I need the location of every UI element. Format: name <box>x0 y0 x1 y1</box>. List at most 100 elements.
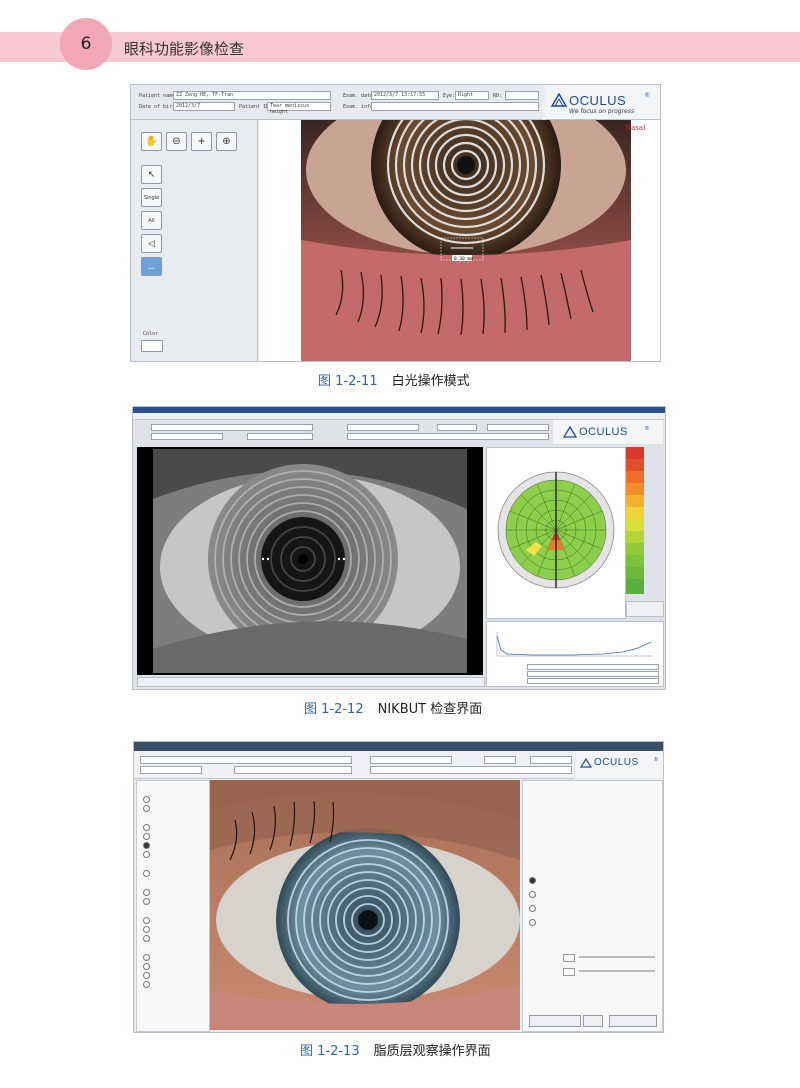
dob-field[interactable] <box>151 433 223 440</box>
oculus-logo-area: OCULUS ® <box>553 420 663 444</box>
scale-options-box[interactable] <box>626 601 664 617</box>
option-row[interactable] <box>143 980 150 989</box>
patient-info-bar: Patient name: ZZ Zeng HE, TF-Tran Date o… <box>131 85 543 120</box>
option-row[interactable] <box>143 823 150 832</box>
option-row[interactable] <box>143 953 150 962</box>
color-scale-bar <box>626 447 644 597</box>
option-row[interactable] <box>143 916 150 925</box>
patient-name-field[interactable]: ZZ Zeng HE, TF-Tran <box>173 91 331 100</box>
angle-tool-button[interactable]: ◁ <box>141 234 162 253</box>
brightness-slider[interactable] <box>579 956 655 958</box>
gain-slider[interactable] <box>579 970 655 972</box>
page-number: 6 <box>80 34 92 54</box>
brand-registered-mark: ® <box>645 93 650 99</box>
option-row[interactable] <box>143 832 150 841</box>
rd-field[interactable] <box>487 424 549 431</box>
oculus-logo-icon <box>580 758 592 768</box>
patient-name-value: ZZ Zeng HE, TF-Tran <box>176 92 234 98</box>
id-field[interactable] <box>247 433 313 440</box>
patient-id-field[interactable]: Tear meniscus height <box>267 102 331 115</box>
eye-field[interactable] <box>484 756 516 764</box>
option-row[interactable] <box>143 897 150 906</box>
magnification-option[interactable] <box>529 905 536 912</box>
magnification-option[interactable] <box>529 891 536 898</box>
option-row[interactable] <box>143 804 150 813</box>
eye-image-white-light: 0.30 mm <box>301 120 631 361</box>
date-field[interactable] <box>347 424 419 431</box>
magnification-option[interactable] <box>529 919 536 926</box>
angle-icon: ◁ <box>148 238 155 249</box>
patient-id-value: Tear meniscus height <box>270 103 310 115</box>
option-row[interactable] <box>143 971 150 980</box>
figure-2-title: NIKBUT 检查界面 <box>377 702 483 717</box>
meniscus-tool-button[interactable]: ⌴ <box>141 257 162 276</box>
eye-field[interactable]: Right <box>455 91 489 100</box>
result-field-2[interactable] <box>527 671 659 677</box>
figure-3-number: 图 1-2-13 <box>300 1044 360 1059</box>
figure-3-title: 脂质层观察操作界面 <box>373 1044 491 1059</box>
brand-registered-mark: ® <box>654 757 659 763</box>
name-field[interactable] <box>151 424 313 431</box>
exam-date-field[interactable]: 2012/3/7 13:17:55 <box>371 91 439 100</box>
options-panel <box>136 780 210 1032</box>
gain-spinner[interactable] <box>563 968 575 976</box>
exam-info-field[interactable] <box>371 102 539 111</box>
figure-1-title: 白光操作模式 <box>391 374 470 389</box>
option-row[interactable] <box>143 841 150 850</box>
capture-button[interactable] <box>529 1015 581 1027</box>
option-row[interactable] <box>143 850 150 859</box>
control-panel <box>522 780 663 1032</box>
option-row[interactable] <box>143 962 150 971</box>
figure-2-screenshot: OCULUS ® <box>132 406 666 690</box>
image-scrollbar[interactable] <box>137 677 485 687</box>
all-tool-button[interactable]: All <box>141 211 162 230</box>
info-field[interactable] <box>347 433 549 440</box>
breakup-map-panel <box>486 447 626 619</box>
hand-tool-button[interactable]: ✋ <box>141 132 162 151</box>
eye-field[interactable] <box>437 424 477 431</box>
option-row[interactable] <box>143 925 150 934</box>
exam-date-value: 2012/3/7 13:17:55 <box>374 92 426 98</box>
id-field[interactable] <box>234 766 352 774</box>
crosshair-button[interactable]: + <box>191 132 212 151</box>
zoom-out-button[interactable]: ⊖ <box>166 132 187 151</box>
brand-registered-mark: ® <box>645 426 650 432</box>
result-field-1[interactable] <box>527 664 659 670</box>
figure-1-screenshot: Patient name: ZZ Zeng HE, TF-Tran Date o… <box>130 84 661 362</box>
single-tool-button[interactable]: Single <box>141 188 162 207</box>
figure-1-number: 图 1-2-11 <box>318 374 378 389</box>
dob-value: 2012/3/7 <box>176 103 201 109</box>
rd-field[interactable] <box>505 91 539 100</box>
single-tool-label: Single <box>143 194 160 201</box>
oculus-logo-area: OCULUS ® <box>576 751 663 778</box>
option-row[interactable] <box>143 795 150 804</box>
option-row[interactable] <box>143 888 150 897</box>
result-field-3[interactable] <box>527 678 659 684</box>
brightness-spinner[interactable] <box>563 954 575 962</box>
date-field[interactable] <box>370 756 452 764</box>
pointer-tool-button[interactable]: ↖ <box>141 165 162 184</box>
eye-value: Right <box>458 92 474 98</box>
hand-icon: ✋ <box>145 136 158 147</box>
rd-field[interactable] <box>530 756 572 764</box>
dob-field[interactable] <box>140 766 202 774</box>
option-row[interactable] <box>143 934 150 943</box>
dob-field[interactable]: 2012/3/7 <box>173 102 235 111</box>
menu-bar <box>133 413 665 420</box>
oculus-brand: OCULUS <box>569 93 627 108</box>
tool-panel: ✋ ⊖ + ⊕ ↖ Single All ◁ ⌴ Color <box>131 120 258 361</box>
name-field[interactable] <box>140 756 352 764</box>
figure-2-caption: 图 1-2-12 NIKBUT 检查界面 <box>304 698 482 717</box>
zoom-in-button[interactable]: ⊕ <box>216 132 237 151</box>
color-swatch[interactable] <box>141 340 163 352</box>
all-tool-label: All <box>148 217 155 224</box>
chapter-header-band <box>0 32 800 62</box>
small-button[interactable] <box>583 1015 603 1027</box>
close-button[interactable] <box>609 1015 657 1027</box>
option-row[interactable] <box>143 869 150 878</box>
magnification-option[interactable] <box>529 877 536 884</box>
oculus-slogan: We focus on progress <box>569 108 634 115</box>
measure-readout: 0.30 mm <box>454 256 473 262</box>
image-viewer: 0.30 mm Nasal <box>259 120 660 361</box>
info-field[interactable] <box>370 766 572 774</box>
